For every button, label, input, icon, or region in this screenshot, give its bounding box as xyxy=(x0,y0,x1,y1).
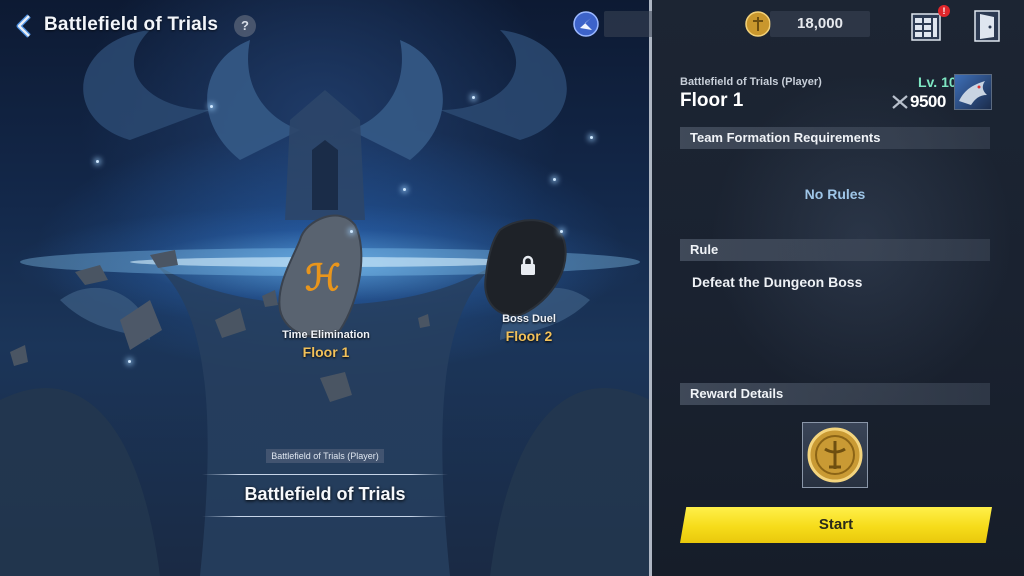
svg-text:ℋ: ℋ xyxy=(305,257,341,299)
star xyxy=(128,360,131,363)
gold-value: 18,000 xyxy=(797,15,843,32)
divider-line xyxy=(202,474,448,475)
star xyxy=(590,136,593,139)
dungeon-name-plate: Battlefield of Trials (Player) Battlefie… xyxy=(202,446,448,526)
lock-icon xyxy=(521,255,535,275)
dungeon-title: Battlefield of Trials xyxy=(244,484,406,504)
floor-node-2[interactable]: Boss Duel Floor 2 xyxy=(484,313,574,344)
start-button[interactable]: Start xyxy=(680,507,992,543)
panel-floor-title: Floor 1 xyxy=(680,90,744,111)
back-arrow-icon[interactable] xyxy=(10,12,38,40)
star xyxy=(472,96,475,99)
node-floor-label: Floor 2 xyxy=(505,328,553,344)
exit-door-icon[interactable] xyxy=(972,9,1002,43)
star xyxy=(403,188,406,191)
star xyxy=(560,230,563,233)
crystal-icon xyxy=(573,11,599,37)
dungeon-subtitle: Battlefield of Trials (Player) xyxy=(266,449,384,463)
star xyxy=(210,105,213,108)
star xyxy=(350,230,353,233)
notification-badge: ! xyxy=(938,5,950,17)
node-mode-label: Boss Duel xyxy=(502,313,556,325)
team-requirements-header: Team Formation Requirements xyxy=(680,127,990,149)
reward-item-slot[interactable] xyxy=(802,422,868,488)
reward-header: Reward Details xyxy=(680,383,990,405)
dragon-boss-icon xyxy=(959,81,987,105)
detail-panel: 18,000 ! Battlefield of Trials (Player) … xyxy=(652,0,1024,576)
help-button[interactable]: ? xyxy=(234,15,256,37)
floor-node-1[interactable]: Time Elimination Floor 1 xyxy=(262,329,390,360)
rule-header: Rule xyxy=(680,239,990,261)
divider-line xyxy=(202,516,448,517)
gold-counter: 18,000 xyxy=(770,11,870,37)
boss-level: Lv. 10 xyxy=(918,74,957,90)
panel-subtitle: Battlefield of Trials (Player) xyxy=(680,76,822,88)
boss-portrait[interactable] xyxy=(954,74,992,110)
node-mode-label: Time Elimination xyxy=(282,329,370,341)
star xyxy=(96,160,99,163)
crossed-swords-icon xyxy=(892,95,908,109)
node-floor-label: Floor 1 xyxy=(302,344,350,360)
star xyxy=(553,178,556,181)
page-title: Battlefield of Trials xyxy=(44,14,219,35)
gold-coin-icon xyxy=(807,427,863,483)
team-requirements-value: No Rules xyxy=(804,186,866,202)
boss-power: 9500 xyxy=(910,92,946,111)
dungeon-scene: ℋ Time Elimination Floor 1 Boss Duel Flo… xyxy=(0,0,650,576)
rule-value: Defeat the Dungeon Boss xyxy=(692,274,863,290)
gold-coin-icon xyxy=(745,11,771,37)
